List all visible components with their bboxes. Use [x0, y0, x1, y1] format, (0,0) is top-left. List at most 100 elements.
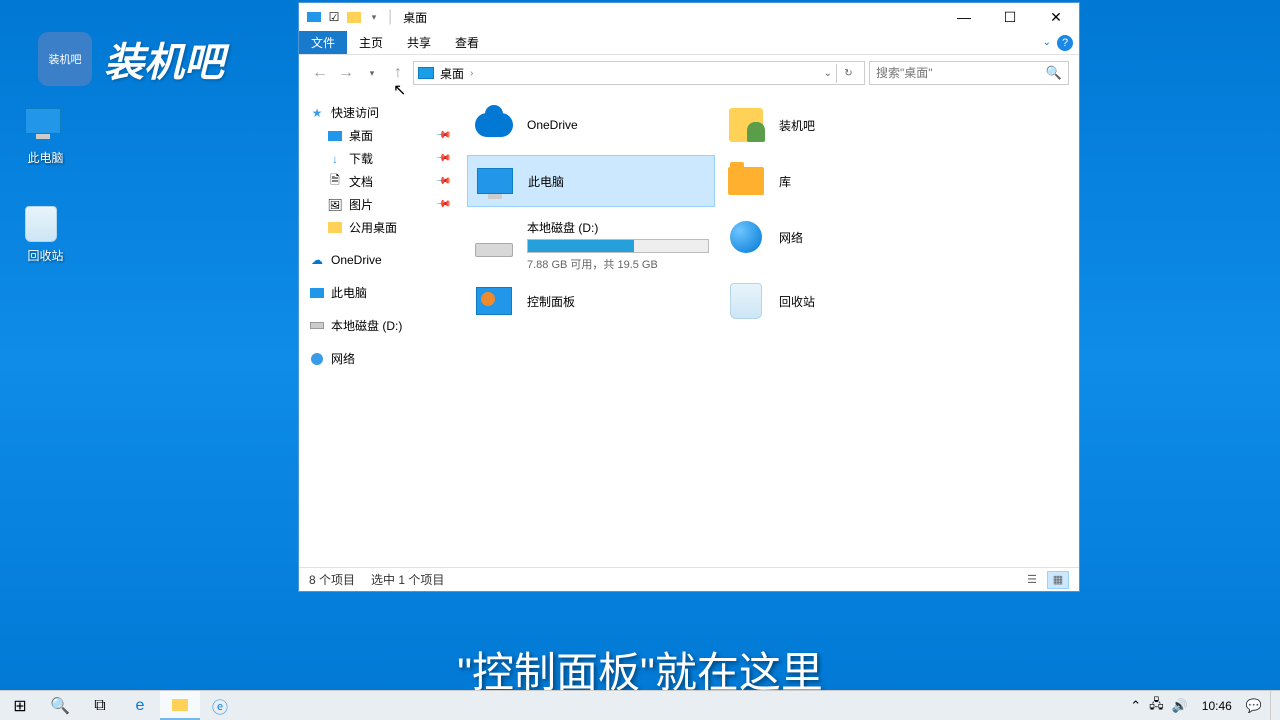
cloud-icon	[473, 104, 515, 146]
item-label: 此电脑	[528, 173, 708, 190]
network-icon	[725, 216, 767, 258]
taskview-button[interactable]: ⧉	[80, 691, 120, 720]
drive-icon	[309, 318, 325, 334]
recycle-icon	[725, 280, 767, 322]
item-recyclebin[interactable]: 回收站	[719, 275, 967, 327]
pin-icon: 📌	[434, 173, 451, 190]
address-dropdown-icon[interactable]: ⌄	[824, 68, 832, 79]
ribbon-tab-home[interactable]: 主页	[347, 31, 395, 54]
item-label: 本地磁盘 (D:)	[527, 219, 709, 236]
titlebar[interactable]: ☑ ▾ | 桌面 — ☐ ✕	[299, 3, 1079, 31]
action-center-icon[interactable]: 💬	[1246, 698, 1262, 714]
pin-icon: 📌	[434, 127, 451, 144]
refresh-button[interactable]: ↻	[836, 64, 860, 83]
app-shortcut-icon	[725, 104, 767, 146]
cloud-icon: ☁	[309, 252, 325, 268]
ribbon-tab-file[interactable]: 文件	[299, 31, 347, 54]
show-desktop-button[interactable]	[1270, 691, 1276, 720]
download-icon: ↓	[327, 151, 343, 167]
start-button[interactable]: ⊞	[0, 691, 40, 720]
folder-icon	[327, 220, 343, 236]
help-icon[interactable]: ?	[1057, 35, 1073, 51]
ribbon-tab-view[interactable]: 查看	[443, 31, 491, 54]
item-libraries[interactable]: 库	[719, 155, 967, 207]
address-bar[interactable]: 桌面 › ⌄ ↻	[413, 61, 865, 85]
nav-thispc[interactable]: 此电脑	[303, 281, 455, 304]
libraries-icon	[725, 160, 767, 202]
tray-volume-icon[interactable]: 🔊	[1172, 698, 1188, 714]
explorer-window: ☑ ▾ | 桌面 — ☐ ✕ 文件 主页 共享 查看 ⌄ ? ← → ▾ ↑ 桌…	[298, 2, 1080, 592]
view-details-button[interactable]: ☰	[1021, 571, 1043, 589]
drive-usage-bar	[527, 239, 709, 253]
nav-label: 公用桌面	[349, 219, 397, 236]
item-label: OneDrive	[527, 118, 709, 132]
nav-label: 下载	[349, 150, 373, 167]
qat-dropdown-icon[interactable]: ▾	[365, 8, 383, 26]
maximize-button[interactable]: ☐	[987, 3, 1033, 31]
taskbar-clock[interactable]: 10:46	[1196, 699, 1238, 713]
network-icon	[309, 351, 325, 367]
nav-quick-access[interactable]: ★ 快速访问	[303, 101, 455, 124]
taskbar-explorer[interactable]	[160, 691, 200, 720]
breadcrumb-separator-icon[interactable]: ›	[470, 68, 473, 79]
nav-quick-documents[interactable]: 🗎文档📌	[303, 170, 455, 193]
nav-label: 快速访问	[331, 104, 379, 121]
search-input[interactable]	[876, 66, 1046, 80]
nav-onedrive[interactable]: ☁OneDrive	[303, 249, 455, 271]
pin-icon: 📌	[434, 150, 451, 167]
desktop-icon-label: 此电脑	[8, 149, 83, 166]
item-label: 网络	[779, 229, 961, 246]
nav-forward-button[interactable]: →	[335, 62, 357, 84]
nav-quick-desktop[interactable]: 桌面📌	[303, 124, 455, 147]
brand-watermark: 装机吧 装机吧	[38, 30, 224, 88]
nav-up-button[interactable]: ↑	[387, 62, 409, 84]
view-tiles-button[interactable]: ▦	[1047, 571, 1069, 589]
desktop-icon-label: 回收站	[8, 247, 83, 264]
recycle-icon	[25, 206, 67, 244]
brand-text: 装机吧	[104, 30, 224, 88]
nav-history-dropdown[interactable]: ▾	[361, 62, 383, 84]
address-location[interactable]: 桌面	[440, 65, 464, 82]
item-onedrive[interactable]: OneDrive	[467, 99, 715, 151]
ribbon-tab-share[interactable]: 共享	[395, 31, 443, 54]
nav-label: 此电脑	[331, 284, 367, 301]
close-button[interactable]: ✕	[1033, 3, 1079, 31]
status-itemcount: 8 个项目	[309, 571, 355, 588]
nav-network[interactable]: 网络	[303, 347, 455, 370]
item-zhuangji[interactable]: 装机吧	[719, 99, 967, 151]
search-box[interactable]: 🔍	[869, 61, 1069, 85]
desktop-icon-thispc[interactable]: 此电脑	[8, 108, 83, 166]
item-drive-d[interactable]: 本地磁盘 (D:) 7.88 GB 可用，共 19.5 GB	[467, 211, 715, 271]
pin-icon: 📌	[434, 196, 451, 213]
nav-quick-downloads[interactable]: ↓ 下载 📌	[303, 147, 455, 170]
desktop-icon-recycle[interactable]: 回收站	[8, 206, 83, 264]
ribbon-expand-icon[interactable]: ⌄	[1043, 37, 1051, 48]
monitor-icon	[474, 160, 516, 202]
taskbar-search-button[interactable]: 🔍	[40, 691, 80, 720]
tray-network-icon[interactable]: 🖧	[1149, 695, 1164, 717]
taskbar: ⊞ 🔍 ⧉ e ⓔ ⌃ 🖧 🔊 10:46 💬	[0, 690, 1280, 720]
drive-icon	[473, 229, 515, 271]
nav-back-button[interactable]: ←	[309, 62, 331, 84]
item-controlpanel[interactable]: 控制面板	[467, 275, 715, 327]
nav-quick-publicdesktop[interactable]: 公用桌面	[303, 216, 455, 239]
nav-row: ← → ▾ ↑ 桌面 › ⌄ ↻ 🔍	[299, 55, 1079, 91]
taskbar-edge[interactable]: e	[120, 691, 160, 720]
item-thispc[interactable]: 此电脑	[467, 155, 715, 207]
item-label: 库	[779, 173, 961, 190]
ribbon-menu: 文件 主页 共享 查看 ⌄ ?	[299, 31, 1079, 55]
desktop-icon	[327, 128, 343, 144]
nav-drive-d[interactable]: 本地磁盘 (D:)	[303, 314, 455, 337]
monitor-icon	[25, 108, 67, 146]
qat-properties-icon[interactable]: ☑	[325, 8, 343, 26]
nav-quick-pictures[interactable]: 🖼 图片 📌	[303, 193, 455, 216]
tray-chevron-icon[interactable]: ⌃	[1130, 698, 1141, 714]
nav-label: 本地磁盘 (D:)	[331, 317, 402, 334]
minimize-button[interactable]: —	[941, 3, 987, 31]
qat-folder-icon[interactable]	[345, 8, 363, 26]
picture-icon: 🖼	[327, 197, 343, 213]
item-network[interactable]: 网络	[719, 211, 967, 263]
taskbar-ie[interactable]: ⓔ	[200, 691, 240, 720]
nav-label: 图片	[349, 196, 373, 213]
search-icon[interactable]: 🔍	[1046, 65, 1062, 81]
